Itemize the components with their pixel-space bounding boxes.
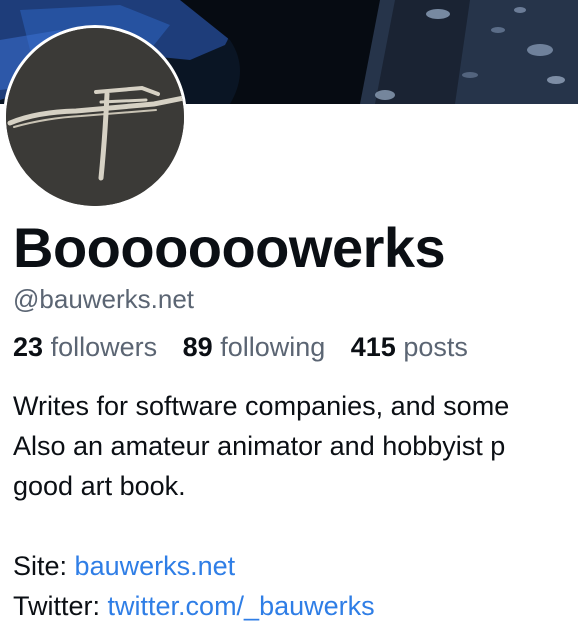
posts-count: 415 (350, 332, 396, 362)
following-stat[interactable]: 89 following (183, 332, 333, 362)
followers-label: followers (50, 332, 158, 362)
following-count: 89 (182, 332, 213, 362)
bio-line: good art book. (13, 471, 186, 501)
avatar-image (6, 28, 184, 206)
twitter-label: Twitter: (13, 591, 101, 621)
posts-label: posts (403, 332, 468, 362)
following-label: following (220, 332, 326, 362)
twitter-row: Twitter: twitter.com/_bauwerks (13, 586, 578, 626)
avatar[interactable] (3, 25, 187, 209)
profile-bio: Writes for software companies, and some … (13, 386, 578, 626)
posts-stat[interactable]: 415 posts (351, 332, 468, 362)
followers-count: 23 (13, 332, 44, 362)
profile-handle: @bauwerks.net (13, 284, 195, 314)
site-row: Site: bauwerks.net (13, 546, 578, 586)
site-link[interactable]: bauwerks.net (75, 551, 236, 581)
profile-stats: 23 followers 89 following 415 posts (13, 329, 486, 365)
followers-stat[interactable]: 23 followers (13, 332, 165, 362)
bio-spacer (13, 506, 578, 546)
bio-line: Writes for software companies, and some (13, 391, 510, 421)
site-label: Site: (13, 551, 68, 581)
bio-line: Also an amateur animator and hobbyist p (13, 431, 506, 461)
display-name: Booooooowerks (13, 216, 446, 279)
twitter-link[interactable]: twitter.com/_bauwerks (108, 591, 375, 621)
